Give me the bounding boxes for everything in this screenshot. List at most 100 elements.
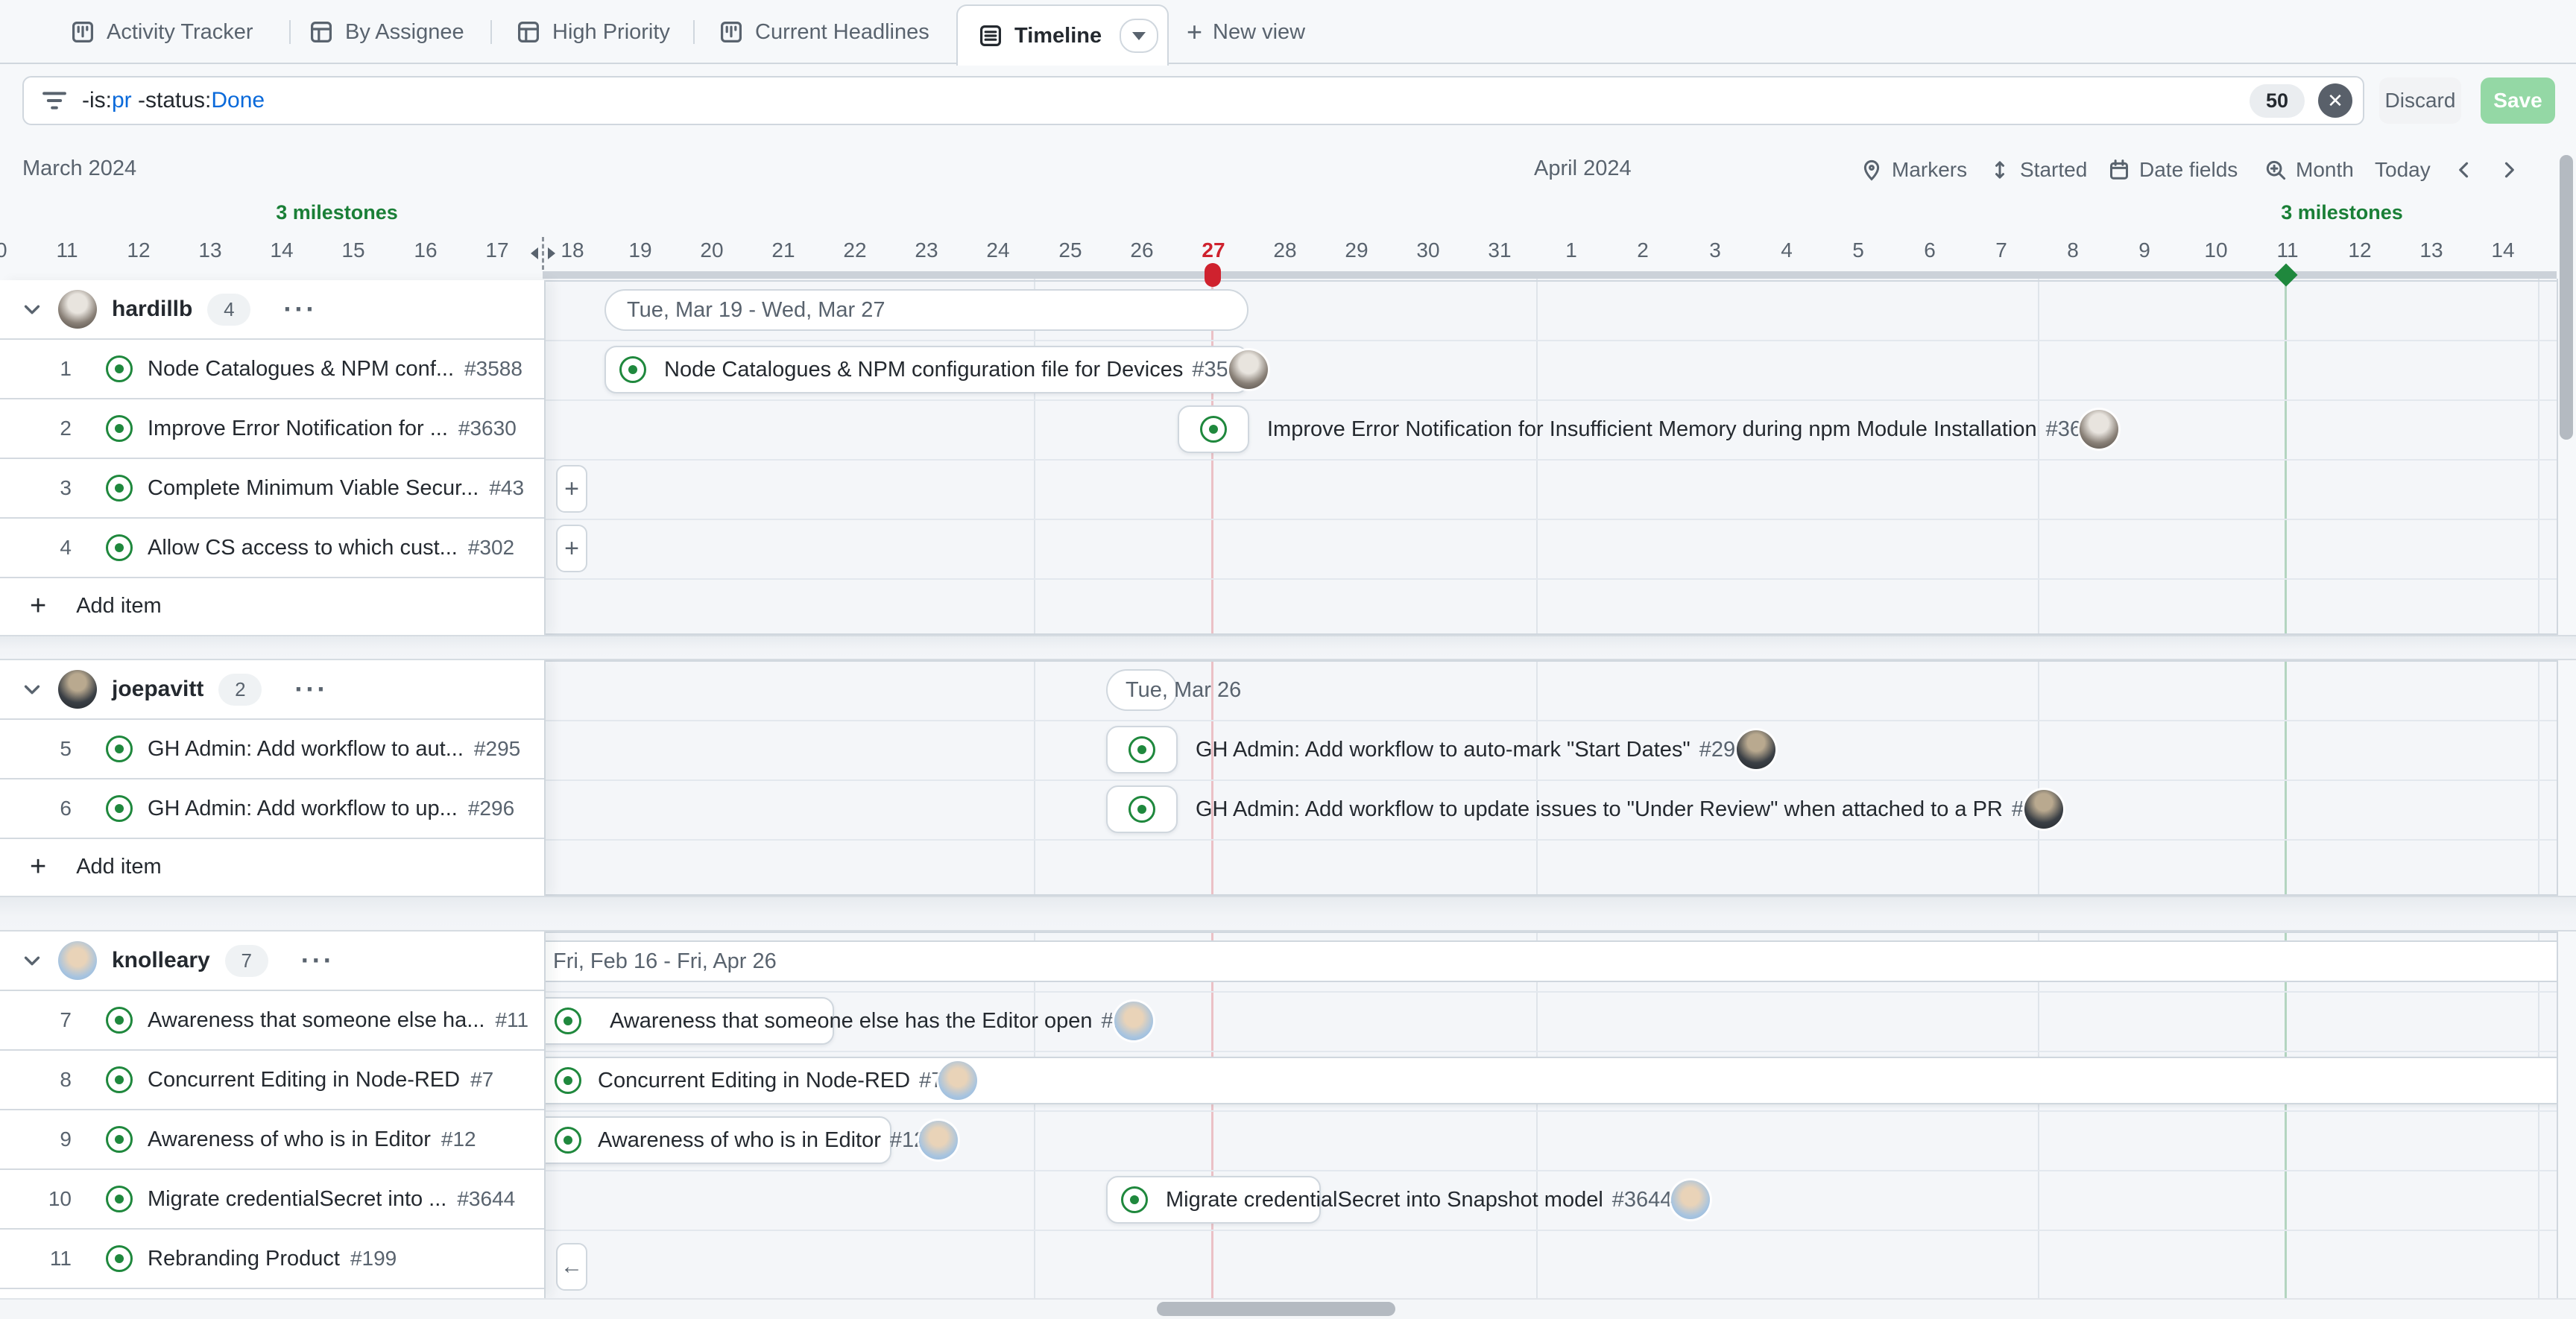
- scroll-left-button[interactable]: [2454, 154, 2475, 186]
- issue-row[interactable]: 11 Rebranding Product #199: [0, 1230, 544, 1289]
- group-menu-button[interactable]: ···: [301, 945, 335, 976]
- filter-query-part: -is:: [82, 88, 112, 113]
- vertical-scrollbar-thumb[interactable]: [2560, 155, 2573, 440]
- horizontal-scrollbar-thumb[interactable]: [1157, 1302, 1395, 1316]
- tab-by-assignee[interactable]: By Assignee: [309, 0, 464, 64]
- issue-row[interactable]: 3 Complete Minimum Viable Secur... #43: [0, 459, 544, 519]
- date-tick: 16: [414, 238, 437, 262]
- group-menu-button[interactable]: ···: [294, 674, 328, 705]
- new-view-button[interactable]: + New view: [1187, 0, 1305, 64]
- tab-timeline-active[interactable]: Timeline: [956, 4, 1169, 66]
- rows-icon: [979, 24, 1003, 48]
- group-date-range-pill[interactable]: Fri, Feb 16 - Fri, Apr 26: [543, 940, 2558, 982]
- issue-row[interactable]: 7 Awareness that someone else ha... #11: [0, 991, 544, 1051]
- timeline-bar[interactable]: [1178, 405, 1249, 453]
- timeline-bar[interactable]: Concurrent Editing in Node-RED #7: [543, 1057, 2558, 1104]
- issue-row[interactable]: 4 Allow CS access to which cust... #302: [0, 519, 544, 578]
- date-tick: 18: [561, 238, 584, 262]
- open-issue-icon: [106, 1126, 133, 1153]
- scroll-to-bar-button[interactable]: ←: [556, 1243, 587, 1291]
- sort-started-button[interactable]: Started: [1989, 154, 2087, 186]
- timeline-bar[interactable]: Awareness of who is in Editor #12: [543, 1116, 891, 1164]
- row-divider: [543, 399, 2557, 401]
- row-number: 4: [0, 536, 72, 560]
- timeline-bar[interactable]: [1106, 785, 1178, 833]
- row-divider: [543, 1051, 2557, 1052]
- timeline-bar[interactable]: Migrate credentialSecret into Snapshot m…: [1106, 1176, 1321, 1224]
- issue-row[interactable]: 1 Node Catalogues & NPM conf... #3588: [0, 340, 544, 399]
- tab-label: Timeline: [1014, 24, 1102, 48]
- open-issue-icon: [106, 795, 133, 822]
- timeline-bar[interactable]: Node Catalogues & NPM configuration file…: [604, 346, 1248, 393]
- issue-number: #12: [441, 1127, 476, 1151]
- issue-number: #3630: [458, 417, 517, 440]
- bar-title: Node Catalogues & NPM configuration file…: [664, 358, 1183, 382]
- issue-row[interactable]: 2 Improve Error Notification for ... #36…: [0, 399, 544, 459]
- markers-button[interactable]: Markers: [1860, 154, 1967, 186]
- filter-input[interactable]: -is: pr -status: Done 50 ✕: [22, 76, 2364, 125]
- add-item-label: Add item: [76, 855, 161, 879]
- group-date-range-pill[interactable]: Tue, Mar 26: [1106, 669, 1178, 711]
- date-tick: 10: [0, 238, 7, 262]
- group-menu-button[interactable]: ···: [283, 294, 317, 325]
- zoom-level-label: Month: [2296, 158, 2354, 182]
- row-number: 10: [0, 1187, 72, 1211]
- zoom-in-icon: [2264, 159, 2287, 181]
- avatar-joepavitt: [58, 670, 97, 709]
- issue-title: Node Catalogues & NPM conf...: [148, 357, 454, 382]
- add-date-bar-button[interactable]: +: [556, 525, 587, 572]
- tab-options-button[interactable]: [1120, 19, 1158, 53]
- tab-activity-tracker[interactable]: Activity Tracker: [71, 0, 253, 64]
- chevron-down-icon: [21, 678, 43, 700]
- avatar-hardillb: [2080, 410, 2118, 449]
- date-tick: 4: [1781, 238, 1793, 262]
- milestones-label-march[interactable]: 3 milestones: [276, 201, 398, 224]
- projects-timeline-app: Activity Tracker By Assignee High Priori…: [0, 0, 2576, 1319]
- group-header[interactable]: hardillb 4 ···: [0, 280, 544, 340]
- date-fields-button[interactable]: Date fields: [2108, 154, 2238, 186]
- group-header[interactable]: knolleary 7 ···: [0, 931, 544, 991]
- chevron-left-icon: [2454, 159, 2475, 180]
- issue-number: #296: [468, 797, 514, 820]
- group-count-badge: 4: [207, 294, 250, 326]
- plus-icon: +: [564, 534, 579, 563]
- plus-icon: +: [30, 853, 46, 881]
- row-number: 2: [0, 417, 72, 440]
- open-issue-icon: [555, 1008, 581, 1034]
- date-range-label: Tue, Mar 19 - Wed, Mar 27: [627, 298, 886, 323]
- issue-number: #11: [495, 1008, 528, 1032]
- discard-button[interactable]: Discard: [2379, 78, 2461, 124]
- timeline-bar[interactable]: [1106, 726, 1178, 774]
- issue-row[interactable]: 5 GH Admin: Add workflow to aut... #295: [0, 720, 544, 779]
- issue-row[interactable]: 8 Concurrent Editing in Node-RED #7: [0, 1051, 544, 1110]
- bar-label: Concurrent Editing in Node-RED #7: [598, 1069, 943, 1093]
- tab-separator: [289, 20, 291, 44]
- group-band-hardillb: [543, 280, 2557, 635]
- date-tick: 7: [1995, 238, 2007, 262]
- panel-resize-handle[interactable]: [523, 237, 562, 270]
- today-button[interactable]: Today: [2375, 154, 2431, 186]
- add-item-button[interactable]: + Add item: [0, 578, 544, 633]
- group-date-range-pill[interactable]: Tue, Mar 19 - Wed, Mar 27: [604, 289, 1248, 331]
- issue-row[interactable]: 10 Migrate credentialSecret into ... #36…: [0, 1170, 544, 1230]
- issue-row[interactable]: 9 Awareness of who is in Editor #12: [0, 1110, 544, 1170]
- group-count-badge: 7: [225, 945, 268, 977]
- date-range-label: Tue, Mar 26: [1126, 678, 1241, 703]
- bar-title: GH Admin: Add workflow to auto-mark "Sta…: [1196, 738, 1690, 762]
- open-issue-icon: [106, 534, 133, 561]
- issue-row[interactable]: 6 GH Admin: Add workflow to up... #296: [0, 779, 544, 839]
- zoom-level-button[interactable]: Month: [2264, 154, 2354, 186]
- row-divider: [543, 578, 2557, 580]
- tab-high-priority[interactable]: High Priority: [517, 0, 670, 64]
- group-header[interactable]: joepavitt 2 ···: [0, 660, 544, 720]
- issue-title: Awareness that someone else ha...: [148, 1008, 484, 1033]
- new-view-label: New view: [1213, 20, 1305, 45]
- save-button[interactable]: Save: [2481, 78, 2555, 124]
- add-item-button[interactable]: + Add item: [0, 839, 544, 894]
- date-tick: 8: [2067, 238, 2079, 262]
- scroll-right-button[interactable]: [2498, 154, 2519, 186]
- clear-filter-button[interactable]: ✕: [2318, 83, 2352, 118]
- milestones-label-april[interactable]: 3 milestones: [2281, 201, 2403, 224]
- tab-current-headlines[interactable]: Current Headlines: [719, 0, 929, 64]
- add-date-bar-button[interactable]: +: [556, 465, 587, 513]
